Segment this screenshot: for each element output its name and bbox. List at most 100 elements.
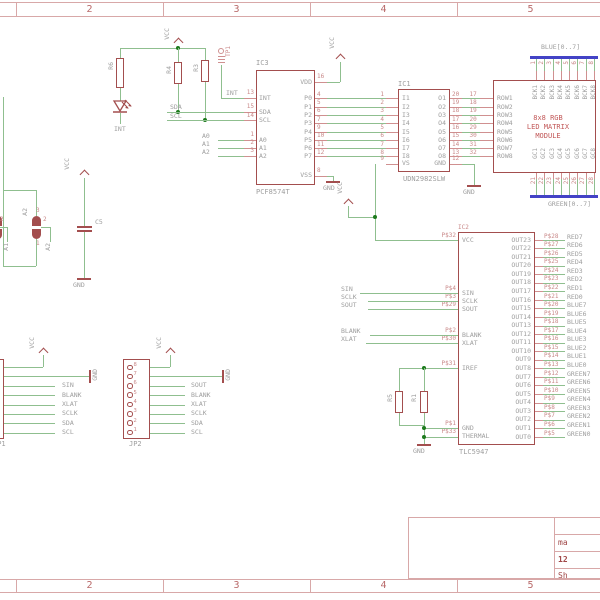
pin-name: I4 (402, 119, 410, 128)
pin-stub (535, 359, 543, 361)
pin-name-row: I3 (402, 111, 422, 119)
pin-number: P$32 (441, 232, 456, 239)
pin-name: ROW1 (497, 94, 513, 103)
wire (0, 227, 7, 228)
pin-name-row: I1 (402, 94, 422, 102)
pin-name-row: O2 (424, 103, 446, 111)
wire (4, 367, 43, 368)
r4-label: R4 (165, 66, 173, 74)
pin-number: 2 (43, 216, 47, 223)
pin-number: P$27 (544, 241, 559, 249)
pin-name: OUT13 (511, 321, 531, 330)
net-label: BLANK (62, 390, 82, 399)
resistor-r5 (395, 391, 403, 413)
wire (150, 386, 185, 388)
pin-stub (535, 394, 543, 396)
vcc-label: VCC (28, 337, 36, 349)
pin-number: 5 (380, 124, 384, 131)
pin-name-vdd: VDD (300, 78, 312, 86)
pin-number: 21 (529, 177, 537, 185)
pin-name: GC2 (540, 148, 548, 159)
net-label: SDA (62, 418, 74, 427)
net-label: BLUE6 (567, 309, 587, 318)
pin-stub (560, 71, 562, 80)
pin-name-row: I7 (402, 144, 422, 152)
pin-name-row: P0 (294, 94, 312, 102)
pin-stub (577, 71, 579, 80)
pin-name-row: P3 (294, 119, 312, 127)
pin-name: IREF (462, 364, 478, 372)
junction (373, 215, 377, 219)
pad-icon (127, 420, 133, 426)
wire (3, 97, 4, 267)
wire (340, 62, 341, 82)
pin-name: BCK4 (557, 85, 565, 100)
pin-stub (535, 351, 543, 353)
title-block-date: 12 (558, 555, 568, 564)
net-label: BLUE0 (567, 361, 587, 370)
wire (4, 413, 55, 415)
wire-row: 9 5 (315, 124, 398, 136)
ic1-input-names: I1 I2 I3 I4 I5 I6 I7 I8 (402, 94, 422, 161)
net-label: SIN (62, 381, 74, 390)
wire (399, 425, 424, 426)
pin-number: 4 (133, 399, 137, 406)
pin-name-row: O1 (424, 94, 446, 102)
net-label: XLAT (62, 399, 78, 408)
pin-number: P$24 (544, 266, 559, 274)
matrix-top-pin-names: BCK1 BCK2 BCK3 BCK4 BCK5 BCK6 BCK7 BCK8 (532, 85, 599, 107)
pin-stub (535, 299, 543, 301)
wire (366, 343, 458, 344)
pin-stub (386, 98, 398, 100)
vcc-label: VCC (63, 158, 71, 170)
wire-row: 11 7 (315, 141, 398, 152)
pin-number: 20 (452, 90, 460, 98)
pin-stub (535, 71, 537, 80)
pin-name: OUT17 (511, 286, 531, 295)
pin-number: 1 (133, 426, 137, 433)
pad-row: 7 (127, 371, 147, 382)
pin-stub (535, 265, 543, 267)
pin-name: OUT10 (511, 346, 531, 355)
pin-number: 3 (546, 61, 554, 65)
vcc-arrow-icon (335, 53, 345, 64)
pin-number: 7 (133, 371, 137, 378)
pin-name-row: O3 (424, 111, 446, 119)
wire (327, 106, 386, 108)
pin-number: 2 (250, 139, 254, 146)
pin-name-row: OUT21 (495, 253, 531, 262)
pin-stub (244, 120, 256, 121)
pin-number: 27 (579, 177, 587, 185)
wire-row: SDA (150, 419, 235, 428)
net-label: INT (226, 89, 238, 97)
pin-number: P$18 (544, 318, 559, 326)
net-label: RED6 (567, 241, 583, 250)
net-label: BLUE5 (567, 318, 587, 327)
wire-row: SCLK (4, 410, 94, 419)
pin-stub (386, 114, 398, 116)
wire (543, 436, 565, 438)
frame-bottom-columns: 2 3 4 5 (16, 581, 600, 591)
pin-column: 7 (579, 56, 590, 80)
pin-number: P$3 (445, 293, 456, 300)
pin-stub (535, 282, 543, 284)
wire (348, 217, 375, 218)
frame-column-number: 2 (86, 3, 93, 15)
pin-number: P$2 (445, 327, 456, 334)
wire-row: 5 2 (315, 100, 398, 111)
pin-name: GC8 (590, 148, 598, 159)
pin-number: 8 (317, 167, 321, 174)
pin-stub (585, 71, 587, 80)
solder-jumper-pad (31, 216, 41, 226)
wire (462, 156, 480, 158)
wire (327, 139, 386, 141)
gnd-symbol (467, 184, 481, 187)
pin-number: P$15 (544, 343, 559, 351)
net-label: RED2 (567, 275, 583, 284)
pin-stub (480, 131, 493, 133)
ic3-port-names: P0 P1 P2 P3 P4 P5 P6 P7 (294, 94, 312, 161)
pin-number: P$11 (544, 378, 559, 386)
pin-name: OUT6 (515, 381, 531, 390)
pin-name-row: P2 (294, 111, 312, 119)
pin-stub (535, 248, 543, 250)
